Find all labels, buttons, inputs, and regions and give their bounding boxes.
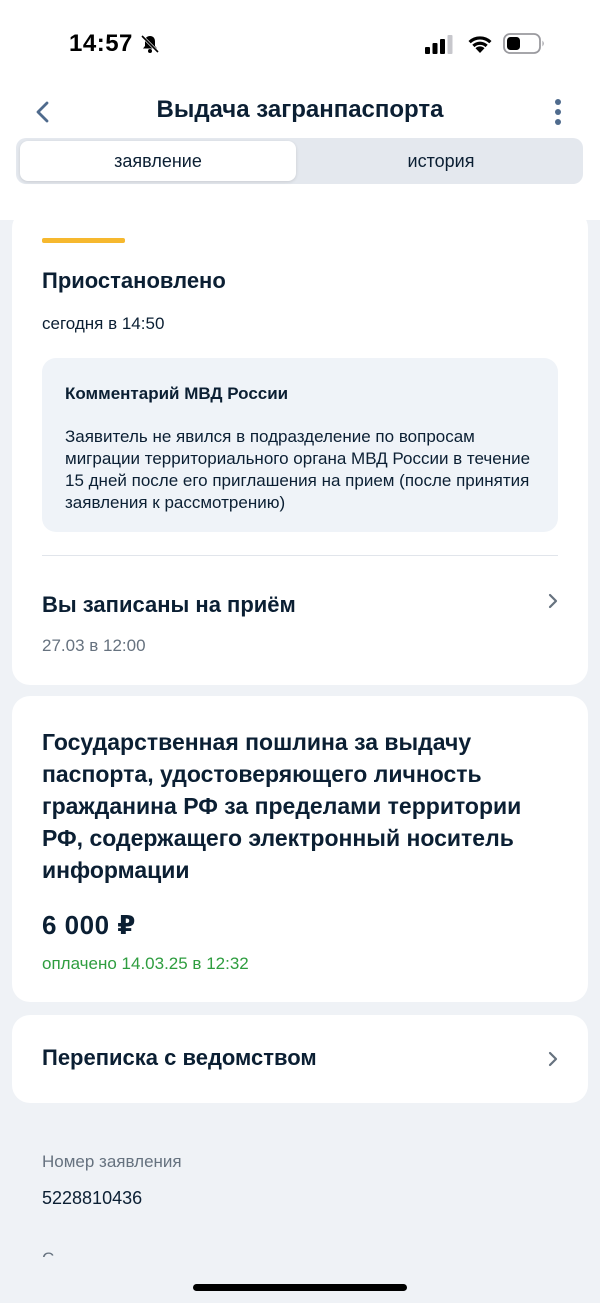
divider: [42, 555, 558, 556]
appointment-title: Вы записаны на приём: [42, 592, 296, 617]
tab-application[interactable]: заявление: [20, 141, 296, 181]
application-number-value: 5228810436: [42, 1188, 143, 1208]
correspondence-title: Переписка с ведомством: [42, 1045, 317, 1070]
comment-text: Заявитель не явился в подразделение по в…: [65, 427, 531, 512]
top-header: Выдача загранпаспорта заявление история: [0, 88, 600, 220]
tab-history[interactable]: история: [302, 141, 580, 181]
bell-slash-icon: [140, 34, 160, 54]
chevron-right-icon: [548, 1051, 558, 1067]
ministry-comment-box: Комментарий МВД России Заявитель не явил…: [42, 358, 558, 532]
wifi-icon: [468, 36, 492, 53]
more-vertical-icon[interactable]: [548, 94, 568, 130]
home-indicator: [193, 1284, 407, 1291]
segmented-control: заявление история: [16, 138, 583, 184]
status-title: Приостановлено: [42, 268, 226, 293]
application-number-label: Номер заявления: [42, 1152, 182, 1171]
status-card: Приостановлено сегодня в 14:50 Комментар…: [12, 210, 588, 685]
fee-amount: 6 000 ₽: [42, 910, 136, 940]
clipped-text-fragment: С: [42, 1245, 62, 1257]
fee-title: Государственная пошлина за выдачу паспор…: [42, 729, 522, 883]
comment-title: Комментарий МВД России: [65, 384, 289, 403]
chevron-right-icon: [548, 593, 558, 609]
page-title: Выдача загранпаспорта: [156, 96, 444, 123]
appointment-row[interactable]: Вы записаны на приём 27.03 в 12:00: [12, 570, 588, 670]
correspondence-card[interactable]: Переписка с ведомством: [12, 1015, 588, 1103]
status-bar: 14:57: [0, 0, 600, 88]
appointment-date: 27.03 в 12:00: [42, 636, 146, 655]
state-fee-card: Государственная пошлина за выдачу паспор…: [12, 696, 588, 1002]
fee-paid-status: оплачено 14.03.25 в 12:32: [42, 954, 249, 973]
status-timestamp: сегодня в 14:50: [42, 314, 165, 333]
status-time: 14:57: [69, 30, 133, 57]
status-accent-stripe: [42, 238, 125, 243]
battery-icon: [503, 33, 544, 54]
signal-icon: [425, 35, 453, 54]
